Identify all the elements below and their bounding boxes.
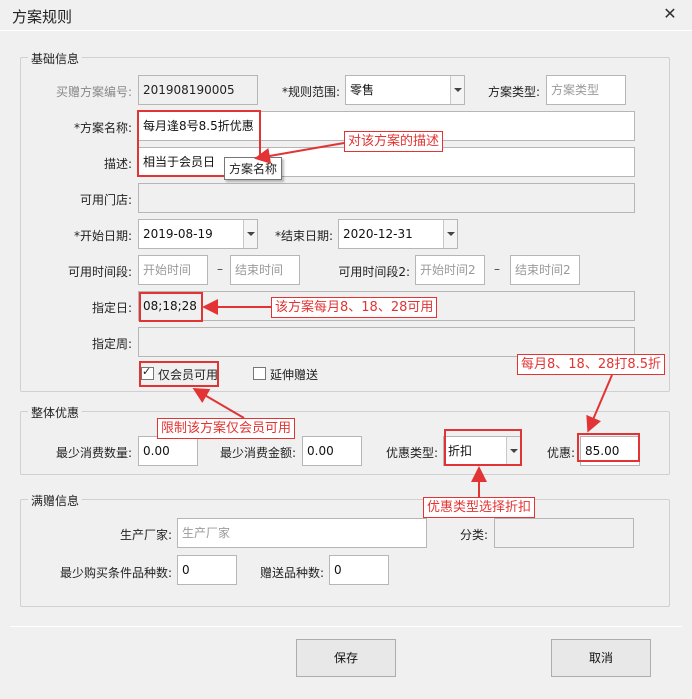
overall-discount-legend: 整体优惠	[28, 404, 83, 421]
gift-kinds-label: 赠送品种数:	[259, 566, 324, 580]
footer-separator	[10, 626, 682, 627]
min-amount-label: 最少消费金额:	[219, 446, 296, 460]
stores-input[interactable]	[138, 183, 635, 213]
end-date-input[interactable]: 2020-12-31	[338, 219, 458, 249]
chevron-down-icon[interactable]	[506, 437, 520, 465]
plan-type-input[interactable]: 方案类型	[546, 75, 626, 105]
days-annotation: 该方案每月8、18、28可用	[271, 297, 438, 318]
end-date-value: 2020-12-31	[343, 227, 413, 241]
save-button[interactable]: 保存	[296, 639, 396, 677]
gift-info-group	[20, 499, 670, 607]
start-date-value: 2019-08-19	[143, 227, 213, 241]
weeks-input[interactable]	[138, 327, 635, 357]
start-date-input[interactable]: 2019-08-19	[138, 219, 258, 249]
basic-info-legend: 基础信息	[28, 50, 83, 67]
plan-type-label: 方案类型:	[487, 85, 540, 99]
period2-start-input[interactable]: 开始时间2	[415, 255, 485, 285]
min-qty-label: 最少消费数量:	[55, 446, 132, 460]
category-label: 分类:	[459, 528, 488, 542]
name-tooltip: 方案名称	[224, 157, 283, 180]
extend-gift-checkbox[interactable]	[253, 367, 266, 380]
desc-annotation: 对该方案的描述	[344, 131, 444, 152]
category-input[interactable]	[494, 518, 634, 548]
discount-type-label: 优惠类型:	[385, 446, 438, 460]
min-amount-input[interactable]: 0.00	[302, 436, 362, 466]
scope-label: *规则范围:	[281, 85, 340, 99]
period2-dash: –	[494, 262, 500, 276]
plan-name-label: *方案名称:	[73, 121, 132, 135]
weeks-label: 指定周:	[91, 337, 132, 351]
chevron-down-icon[interactable]	[443, 220, 457, 248]
member-only-checkbox[interactable]	[141, 365, 154, 380]
type-annotation: 优惠类型选择折扣	[423, 497, 536, 518]
discount-input[interactable]: 85.00	[580, 436, 640, 466]
discount-annotation: 每月8、18、28打8.5折	[517, 354, 666, 375]
end-date-label: *结束日期:	[274, 229, 333, 243]
plan-no-label: 买赠方案编号:	[55, 85, 132, 99]
extend-gift-label: 延伸赠送	[270, 368, 319, 382]
close-icon[interactable]: ✕	[660, 4, 680, 24]
window-title: 方案规则	[12, 8, 73, 26]
gift-kinds-input[interactable]: 0	[329, 555, 389, 585]
discount-type-value: 折扣	[448, 444, 473, 458]
min-kinds-label: 最少购买条件品种数:	[59, 566, 172, 580]
member-annotation: 限制该方案仅会员可用	[157, 418, 296, 439]
gift-info-legend: 满赠信息	[28, 492, 83, 509]
desc-label: 描述:	[103, 157, 132, 171]
scope-select[interactable]: 零售	[345, 75, 465, 105]
plan-no-field: 201908190005	[138, 75, 258, 105]
scope-value: 零售	[350, 83, 375, 97]
period2-label: 可用时间段2:	[338, 265, 410, 279]
chevron-down-icon[interactable]	[450, 76, 464, 104]
maker-label: 生产厂家:	[119, 528, 172, 542]
period1-end-input[interactable]: 结束时间	[230, 255, 300, 285]
cancel-button[interactable]: 取消	[551, 639, 651, 677]
period2-end-input[interactable]: 结束时间2	[510, 255, 580, 285]
chevron-down-icon[interactable]	[243, 220, 257, 248]
discount-label: 优惠:	[546, 446, 575, 460]
period1-dash: –	[217, 262, 223, 276]
stores-label: 可用门店:	[79, 193, 132, 207]
min-kinds-input[interactable]: 0	[177, 555, 237, 585]
period1-start-input[interactable]: 开始时间	[138, 255, 208, 285]
period1-label: 可用时间段:	[67, 265, 132, 279]
days-label: 指定日:	[91, 301, 132, 315]
start-date-label: *开始日期:	[73, 229, 132, 243]
min-qty-input[interactable]: 0.00	[138, 436, 198, 466]
maker-input[interactable]: 生产厂家	[177, 518, 427, 548]
member-only-label: 仅会员可用	[158, 368, 219, 382]
